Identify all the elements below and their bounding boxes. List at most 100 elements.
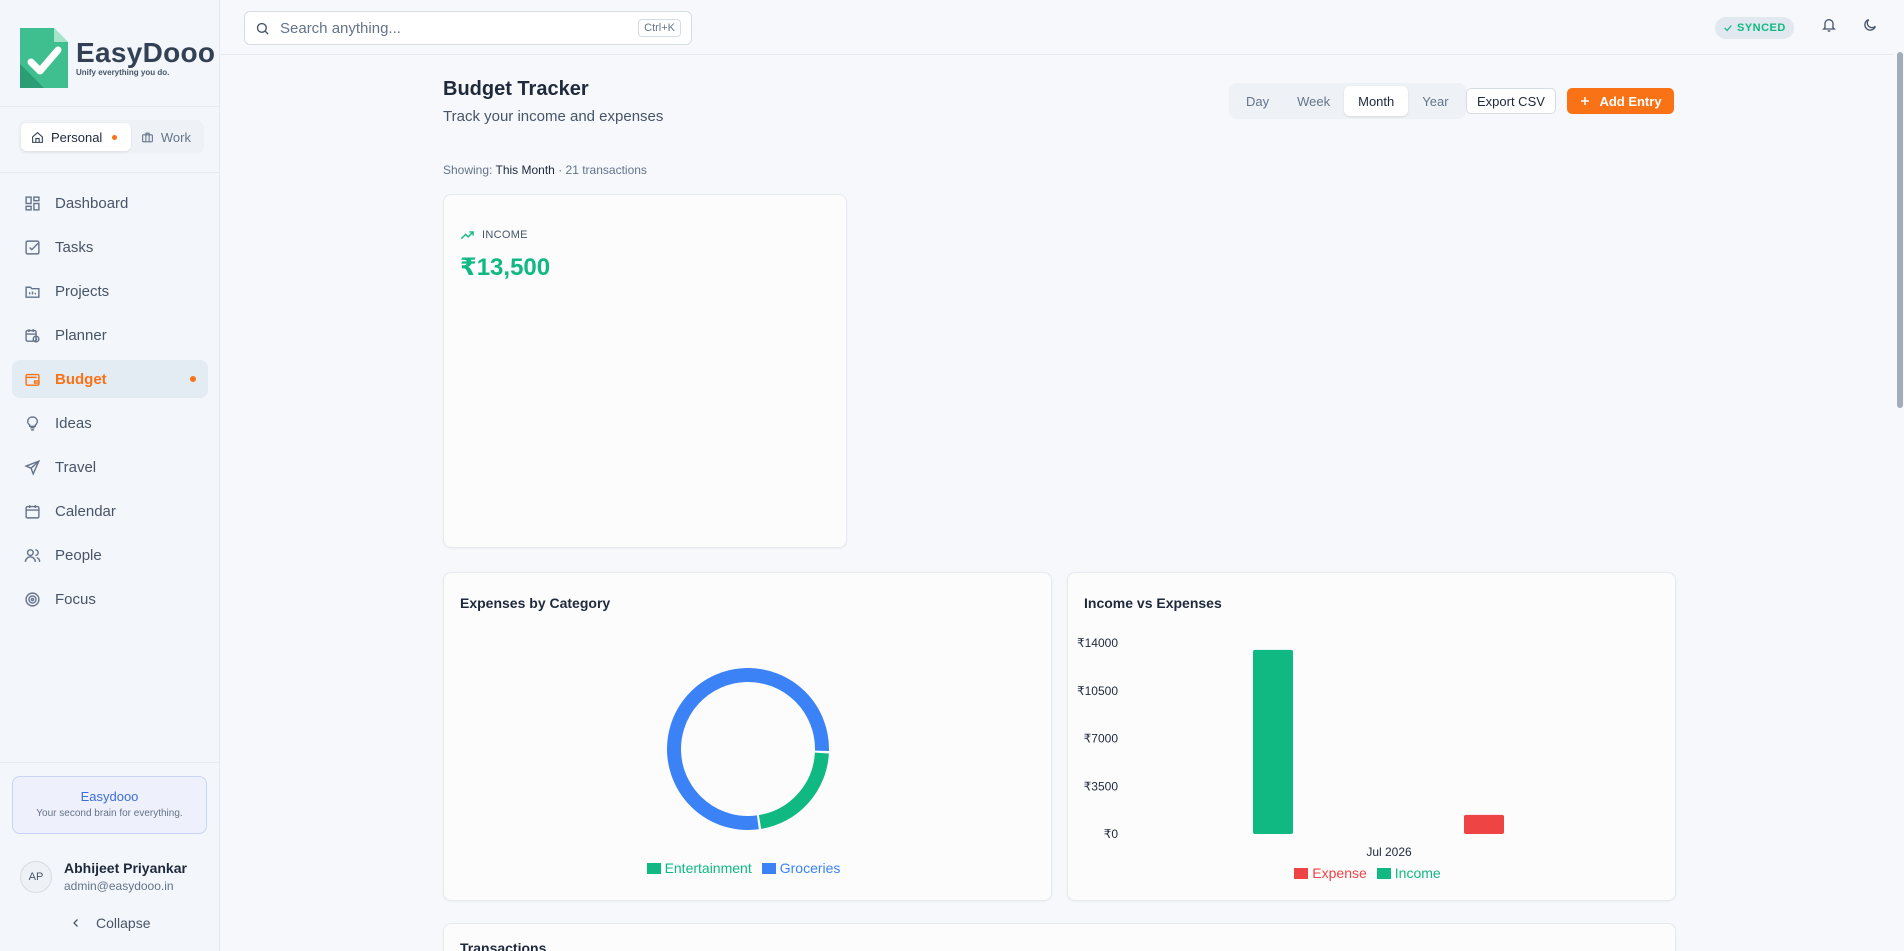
target-icon [25, 591, 40, 607]
period-week[interactable]: Week [1283, 86, 1344, 116]
lightbulb-icon [27, 415, 38, 431]
promo-title: Easydooo [80, 789, 139, 804]
logo-check-icon [18, 24, 70, 90]
workspace-switcher: Personal Work [18, 120, 204, 154]
period-selector: Day Week Month Year [1229, 83, 1466, 119]
avatar: AP [20, 860, 52, 893]
nav-item-dashboard[interactable]: Dashboard [12, 184, 208, 222]
collapse-label: Collapse [96, 915, 151, 931]
legend-label: Income [1394, 865, 1441, 881]
planner-icon [25, 328, 40, 343]
legend-swatch [761, 862, 776, 874]
app-logo[interactable]: EasyDooo Unify everything you do. [18, 24, 215, 90]
collapse-button[interactable]: Collapse [70, 915, 150, 931]
period-month[interactable]: Month [1344, 86, 1409, 116]
nav-label: Focus [55, 590, 96, 608]
wallet-icon [25, 373, 40, 386]
sidebar: EasyDooo Unify everything you do. Person… [0, 0, 220, 951]
search-placeholder: Search anything... [280, 19, 401, 37]
promo-subtitle: Your second brain for everything. [36, 808, 183, 819]
card-title: Transactions [460, 940, 547, 951]
workspace-work[interactable]: Work [131, 123, 201, 151]
expenses-donut-chart [667, 668, 829, 830]
notifications-button[interactable] [1821, 17, 1837, 38]
legend-item-income[interactable]: Income [1376, 865, 1441, 881]
divider [0, 106, 220, 107]
nav-item-people[interactable]: People [12, 536, 208, 574]
user-profile[interactable]: AP Abhijeet Priyankar admin@easydooo.in [20, 860, 187, 893]
workspace-personal[interactable]: Personal [21, 123, 131, 151]
expenses-by-category-card: Expenses by Category Entertainment Grocer… [443, 572, 1052, 901]
transaction-count: · 21 transactions [558, 163, 647, 177]
workspace-label: Personal [51, 129, 103, 145]
bar-income [1253, 649, 1293, 834]
scrollbar-thumb[interactable] [1897, 52, 1903, 408]
user-email: admin@easydooo.in [64, 879, 174, 893]
export-csv-button[interactable]: Export CSV [1466, 88, 1556, 114]
search-icon [256, 22, 269, 35]
showing-prefix: Showing: [443, 163, 493, 177]
x-tick-label: Jul 2026 [1366, 845, 1412, 859]
nav-label: Projects [55, 282, 110, 300]
nav-item-budget[interactable]: Budget [12, 360, 208, 398]
search-input[interactable]: Search anything... Ctrl+K [244, 11, 692, 45]
nav-label: Travel [55, 458, 97, 476]
projects-icon [25, 286, 40, 298]
bar-expense [1464, 814, 1504, 834]
nav-item-planner[interactable]: Planner [12, 316, 208, 354]
nav-label: Budget [55, 370, 107, 388]
nav-label: People [55, 546, 102, 564]
legend-swatch [1294, 867, 1309, 879]
nav-label: Dashboard [55, 194, 129, 212]
income-card: INCOME ₹13,500 [443, 194, 847, 548]
bell-icon [1822, 19, 1836, 32]
income-label: INCOME [460, 229, 528, 241]
page-title: Budget Tracker [443, 78, 589, 100]
scrollbar[interactable] [1894, 0, 1904, 951]
nav-item-ideas[interactable]: Ideas [12, 404, 208, 442]
user-name: Abhijeet Priyankar [64, 860, 187, 876]
legend-item-expense[interactable]: Expense [1294, 865, 1367, 881]
transactions-card: Transactions [443, 923, 1676, 951]
nav-item-tasks[interactable]: Tasks [12, 228, 208, 266]
nav-item-projects[interactable]: Projects [12, 272, 208, 310]
legend-swatch [1376, 867, 1391, 879]
y-tick-label: ₹10500 [1077, 684, 1118, 698]
showing-period: This Month [495, 163, 555, 177]
legend-item-groceries[interactable]: Groceries [761, 860, 840, 876]
page-subtitle: Track your income and expenses [443, 108, 664, 125]
trending-up-icon [460, 231, 474, 240]
divider [0, 172, 220, 173]
add-entry-button[interactable]: Add Entry [1567, 88, 1674, 114]
period-day[interactable]: Day [1232, 86, 1283, 116]
check-icon [1724, 25, 1732, 32]
y-tick-label: ₹3500 [1084, 779, 1119, 793]
nav-label: Calendar [55, 502, 116, 520]
legend-item-entertainment[interactable]: Entertainment [646, 860, 752, 876]
active-dot [112, 134, 118, 140]
people-icon [24, 548, 41, 562]
legend-swatch [646, 862, 661, 874]
theme-toggle-button[interactable] [1862, 17, 1878, 38]
tasks-icon [25, 239, 40, 255]
moon-icon [1864, 19, 1876, 31]
app-tagline: Unify everything you do. [76, 67, 170, 77]
nav-label: Planner [55, 326, 107, 344]
nav-item-calendar[interactable]: Calendar [12, 492, 208, 530]
search-shortcut: Ctrl+K [638, 19, 681, 37]
briefcase-icon [141, 132, 153, 142]
income-vs-expenses-chart: ₹0 ₹3500 ₹7000 ₹10500 ₹14000 Jul 2026 [1077, 636, 1504, 859]
nav-item-focus[interactable]: Focus [12, 580, 208, 618]
income-vs-expenses-card: Income vs Expenses ₹0 ₹3500 ₹7000 ₹10500 ₹14… [1067, 572, 1676, 901]
nav-item-travel[interactable]: Travel [12, 448, 208, 486]
income-value: ₹13,500 [460, 254, 551, 281]
y-tick-label: ₹7000 [1084, 732, 1119, 746]
topbar: Search anything... Ctrl+K SYNCED [221, 0, 1904, 55]
home-icon [32, 131, 43, 143]
period-year[interactable]: Year [1408, 86, 1462, 116]
legend-label: Expense [1312, 865, 1367, 881]
donut-legend: Entertainment Groceries [444, 860, 1053, 876]
active-dot [190, 376, 196, 382]
donut-slice-entertainment [758, 752, 829, 829]
plus-icon [1581, 97, 1590, 105]
